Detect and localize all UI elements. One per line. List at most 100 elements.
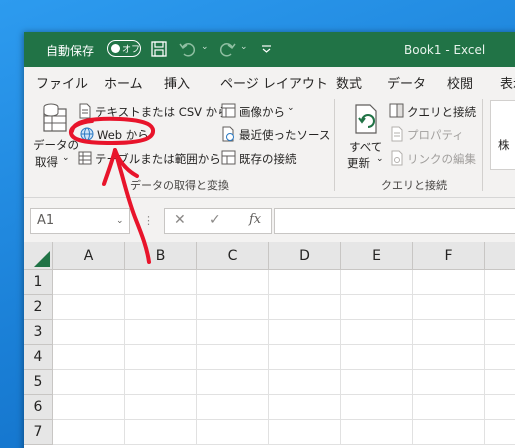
- from-table-range-button[interactable]: テーブルまたは範囲から: [95, 151, 221, 167]
- grid-cell[interactable]: [269, 370, 341, 395]
- column-header[interactable]: B: [125, 242, 197, 270]
- grid-cell[interactable]: [53, 370, 125, 395]
- refresh-all-label-line2[interactable]: 更新: [347, 155, 370, 171]
- stocks-data-type-label[interactable]: 株: [498, 137, 510, 153]
- grid-cell[interactable]: [197, 270, 269, 295]
- column-header[interactable]: E: [341, 242, 413, 270]
- refresh-all-icon[interactable]: [352, 103, 382, 135]
- grid-cell[interactable]: [413, 270, 485, 295]
- grid-cell[interactable]: [413, 345, 485, 370]
- grid-cell[interactable]: [341, 345, 413, 370]
- grid-cell[interactable]: [269, 295, 341, 320]
- grid-cell[interactable]: [485, 345, 515, 370]
- column-header[interactable]: D: [269, 242, 341, 270]
- grid-cell[interactable]: [197, 295, 269, 320]
- grid-cell[interactable]: [197, 370, 269, 395]
- grid-cell[interactable]: [341, 295, 413, 320]
- grid-cell[interactable]: [485, 270, 515, 295]
- grid-cell[interactable]: [269, 320, 341, 345]
- grid-cell[interactable]: [125, 295, 197, 320]
- grid-cell[interactable]: [413, 395, 485, 420]
- properties-button[interactable]: プロパティ: [407, 127, 464, 143]
- grid-cell[interactable]: [341, 270, 413, 295]
- name-box[interactable]: A1: [30, 208, 130, 234]
- tab-review[interactable]: 校閲: [447, 73, 473, 92]
- grid-cell[interactable]: [485, 320, 515, 345]
- get-data-label-line2[interactable]: 取得: [35, 154, 58, 170]
- grid-cell[interactable]: [197, 395, 269, 420]
- grid-cell[interactable]: [125, 420, 197, 445]
- tab-insert[interactable]: 挿入: [164, 73, 190, 92]
- row-header[interactable]: 4: [24, 345, 53, 370]
- cancel-entry-icon[interactable]: ✕: [174, 212, 186, 228]
- grid-cell[interactable]: [53, 395, 125, 420]
- tab-file[interactable]: ファイル: [36, 73, 88, 92]
- existing-connections-button[interactable]: 既存の接続: [239, 151, 297, 167]
- column-header[interactable]: A: [53, 242, 125, 270]
- get-data-icon[interactable]: [40, 101, 70, 135]
- from-picture-dropdown-icon[interactable]: ⌄: [287, 103, 295, 113]
- queries-connections-button[interactable]: クエリと接続: [407, 104, 476, 120]
- insert-function-icon[interactable]: fx: [249, 212, 261, 227]
- save-icon[interactable]: [150, 41, 168, 57]
- row-header[interactable]: 5: [24, 370, 53, 395]
- refresh-all-label-line1[interactable]: すべて: [349, 139, 382, 155]
- column-header[interactable]: F: [413, 242, 485, 270]
- row-header[interactable]: 6: [24, 395, 53, 420]
- grid-cell[interactable]: [485, 370, 515, 395]
- redo-dropdown-icon[interactable]: ⌄: [240, 42, 248, 52]
- grid-cell[interactable]: [197, 320, 269, 345]
- undo-dropdown-icon[interactable]: ⌄: [201, 42, 209, 52]
- grid-cell[interactable]: [125, 270, 197, 295]
- column-header[interactable]: [485, 242, 515, 270]
- grid-cell[interactable]: [53, 345, 125, 370]
- formula-bar-grip-icon[interactable]: ⋮: [143, 214, 154, 227]
- grid-cell[interactable]: [125, 370, 197, 395]
- grid-cell[interactable]: [341, 395, 413, 420]
- grid-cell[interactable]: [341, 370, 413, 395]
- enter-entry-icon[interactable]: ✓: [209, 212, 221, 228]
- row-header[interactable]: 2: [24, 295, 53, 320]
- grid-cell[interactable]: [413, 320, 485, 345]
- grid-cell[interactable]: [269, 420, 341, 445]
- grid-cell[interactable]: [269, 395, 341, 420]
- row-header[interactable]: 3: [24, 320, 53, 345]
- from-web-button[interactable]: Web から: [97, 127, 149, 143]
- from-text-csv-button[interactable]: テキストまたは CSV から: [95, 104, 229, 120]
- grid-cell[interactable]: [269, 270, 341, 295]
- autosave-toggle[interactable]: オフ: [107, 40, 141, 57]
- grid-cell[interactable]: [269, 345, 341, 370]
- row-header[interactable]: 7: [24, 420, 53, 445]
- get-data-dropdown-icon[interactable]: ⌄: [62, 153, 70, 163]
- grid-cell[interactable]: [53, 320, 125, 345]
- grid-cell[interactable]: [197, 420, 269, 445]
- grid-cell[interactable]: [53, 270, 125, 295]
- formula-input[interactable]: [274, 208, 515, 234]
- grid-cell[interactable]: [341, 320, 413, 345]
- name-box-dropdown-icon[interactable]: ⌄: [116, 216, 124, 226]
- edit-links-button[interactable]: リンクの編集: [407, 151, 476, 167]
- tab-home[interactable]: ホーム: [104, 73, 143, 92]
- customize-qat-icon[interactable]: [258, 41, 276, 57]
- redo-icon[interactable]: [218, 41, 236, 57]
- grid-cell[interactable]: [485, 295, 515, 320]
- recent-sources-button[interactable]: 最近使ったソース: [239, 127, 330, 143]
- grid-cell[interactable]: [485, 395, 515, 420]
- grid-cell[interactable]: [341, 420, 413, 445]
- grid-cell[interactable]: [53, 420, 125, 445]
- undo-icon[interactable]: [179, 41, 197, 57]
- tab-page-layout[interactable]: ページ レイアウト: [220, 73, 328, 92]
- tab-view[interactable]: 表示: [500, 73, 515, 92]
- grid-cell[interactable]: [485, 420, 515, 445]
- grid-cell[interactable]: [53, 295, 125, 320]
- get-data-label-line1[interactable]: データの: [33, 137, 79, 153]
- grid-cell[interactable]: [413, 370, 485, 395]
- grid-cell[interactable]: [125, 395, 197, 420]
- from-picture-button[interactable]: 画像から: [239, 104, 285, 120]
- tab-formulas[interactable]: 数式: [336, 73, 362, 92]
- column-header[interactable]: C: [197, 242, 269, 270]
- grid-cell[interactable]: [197, 345, 269, 370]
- refresh-dropdown-icon[interactable]: ⌄: [376, 154, 384, 164]
- select-all-button[interactable]: [24, 242, 53, 270]
- grid-cell[interactable]: [125, 345, 197, 370]
